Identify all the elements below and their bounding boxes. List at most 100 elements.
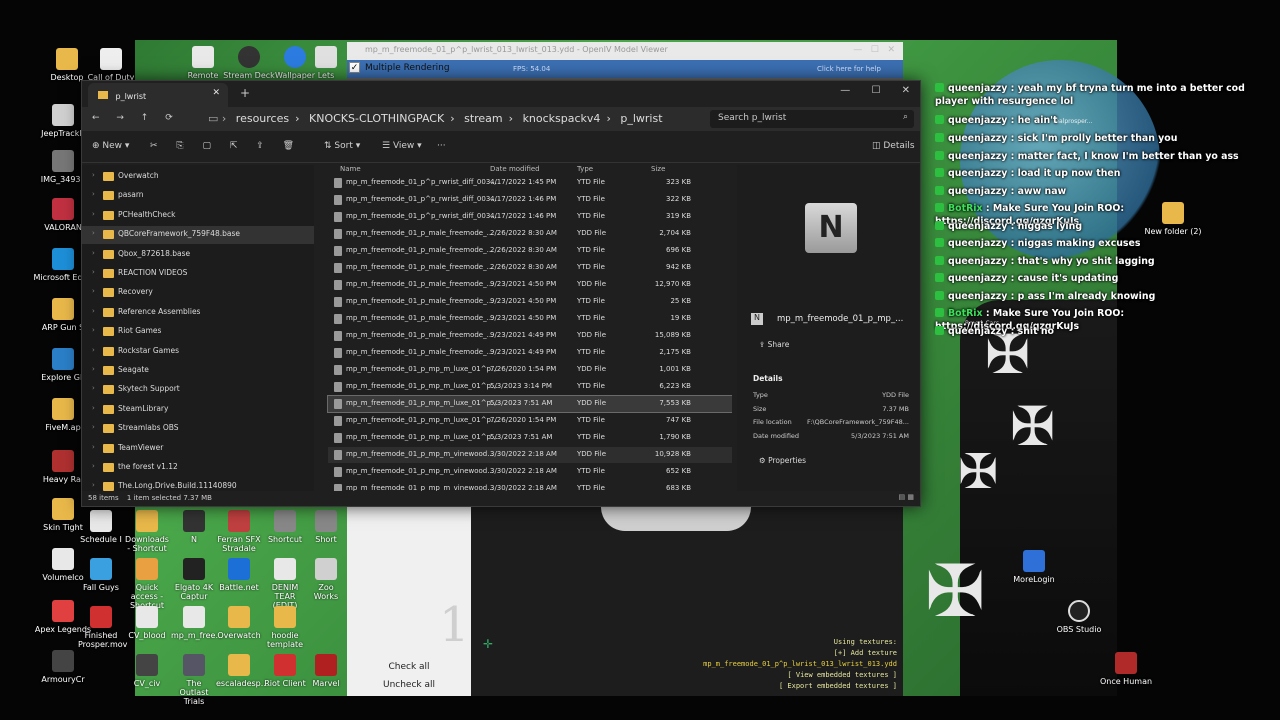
file-row[interactable]: mp_m_freemode_01_p_mp_m_vinewood... 3/30/… [328,464,732,480]
nav-folder-item[interactable]: › Skytech Support [82,381,314,399]
share-button[interactable]: ⇪ Share [759,340,789,349]
chevron-right-icon[interactable]: › [92,443,95,451]
desktop-icon[interactable]: Finished Prosper.mov [78,606,127,649]
nav-folder-item[interactable]: › Recovery [82,284,314,302]
breadcrumb-item[interactable]: resources [236,112,289,125]
file-row[interactable]: mp_m_freemode_01_p^p_rwrist_diff_003... 4… [328,209,732,225]
column-header-name[interactable]: Name [340,165,361,173]
desktop-icon-once-human[interactable]: Once Human [1093,652,1159,686]
file-row[interactable]: mp_m_freemode_01_p_mp_m_luxe_01^p... 5/3/… [327,395,732,413]
new-tab-button[interactable]: + [240,86,250,100]
model-viewport[interactable]: ✛ Using textures: [+] Add texture mp_m_f… [471,507,903,696]
chevron-right-icon[interactable]: › [92,210,95,218]
file-row[interactable]: mp_m_freemode_01_p_male_freemode_... 9/23… [328,345,732,361]
desktop-icon[interactable]: mp_m_free... [171,606,223,640]
column-header-date[interactable]: Date modified [490,165,540,173]
file-row[interactable]: mp_m_freemode_01_p_male_freemode_... 2/26… [328,226,732,242]
desktop-icon[interactable]: Schedule I [78,510,124,544]
chevron-right-icon[interactable]: › [92,190,95,198]
file-row[interactable]: mp_m_freemode_01_p_mp_m_luxe_01^p... 7/26… [328,413,732,429]
search-input[interactable]: Search p_lwrist ⌕ [710,110,914,128]
chevron-right-icon[interactable]: › [92,423,95,431]
nav-folder-item[interactable]: › the forest v1.12 [82,459,314,477]
desktop-icon[interactable]: Elgato 4K Captur [171,558,217,601]
file-row[interactable]: mp_m_freemode_01_p_male_freemode_... 9/23… [328,294,732,310]
chevron-right-icon[interactable]: › [92,384,95,392]
chat-username[interactable]: queenjazzy [948,83,1007,94]
desktop-icon-obs-studio[interactable]: OBS Studio [1046,600,1112,634]
chevron-right-icon[interactable]: › [92,326,95,334]
desktop-icon[interactable]: escaladesp... [216,654,268,688]
nav-folder-item[interactable]: › PCHealthCheck [82,207,314,225]
breadcrumb-item[interactable]: p_lwrist [620,112,662,125]
desktop-icon[interactable]: Battle.net [216,558,262,592]
chevron-right-icon[interactable]: › [92,268,95,276]
chat-username[interactable]: queenjazzy [948,238,1007,249]
chevron-right-icon[interactable]: › [92,404,95,412]
chevron-right-icon[interactable]: › [92,287,95,295]
check-all-button[interactable]: Check all [347,659,471,677]
desktop-icon[interactable]: CV_blood [124,606,170,640]
file-row[interactable]: mp_m_freemode_01_p_male_freemode_... 2/26… [328,260,732,276]
sort-button[interactable]: ⇅ Sort ▾ [324,141,360,157]
close-tab-icon[interactable]: ✕ [212,88,220,98]
desktop-icon[interactable]: Marvel [306,654,346,688]
column-header-type[interactable]: Type [577,165,593,173]
nav-folder-item[interactable]: › Seagate [82,362,314,380]
nav-folder-item[interactable]: › QBCoreFramework_759F48.base [82,226,314,245]
nav-folder-item[interactable]: › Riot Games [82,323,314,341]
chat-username[interactable]: queenjazzy [948,151,1007,162]
desktop-icon[interactable]: The Outlast Trials [171,654,217,706]
chat-username[interactable]: BotRix [948,203,983,214]
desktop-icon[interactable]: Overwatch [216,606,262,640]
desktop-icon-lets[interactable]: Lets [306,46,346,80]
nav-folder-item[interactable]: › Qbox_872618.base [82,246,314,264]
nav-buttons[interactable]: ← → ↑ ⟳ [92,113,173,123]
file-row[interactable]: mp_m_freemode_01_p^p_rwrist_diff_003... 4… [328,192,732,208]
desktop-icon[interactable]: Riot Client [262,654,308,688]
file-row[interactable]: mp_m_freemode_01_p_mp_m_luxe_01^p... 5/3/… [328,379,732,395]
more-options-button[interactable]: ··· [437,141,446,157]
breadcrumb-item[interactable]: KNOCKS-CLOTHINGPACK [309,112,444,125]
desktop-icon[interactable]: Shortcut [262,510,308,544]
desktop-icon[interactable]: Downloads - Shortcut [124,510,170,553]
chat-username[interactable]: queenjazzy [948,133,1007,144]
nav-folder-item[interactable]: › REACTION VIDEOS [82,265,314,283]
help-hint[interactable]: Click here for help [817,65,881,73]
desktop-icon[interactable]: DENIM TEAR (EDIT) [262,558,308,610]
chat-username[interactable]: queenjazzy [948,168,1007,179]
file-row[interactable]: mp_m_freemode_01_p_male_freemode_... 9/23… [328,328,732,344]
file-row[interactable]: mp_m_freemode_01_p_mp_m_vinewood... 3/30/… [328,481,732,491]
chevron-right-icon[interactable]: › [92,171,95,179]
breadcrumb-item[interactable]: knockspackv4 [523,112,601,125]
chat-username[interactable]: queenjazzy [948,326,1007,337]
view-button[interactable]: ☰ View ▾ [382,141,422,157]
chat-username[interactable]: BotRix [948,308,983,319]
file-row[interactable]: mp_m_freemode_01_p_male_freemode_... 9/23… [328,277,732,293]
chat-username[interactable]: queenjazzy [948,115,1007,126]
file-row[interactable]: mp_m_freemode_01_p_mp_m_luxe_01^p... 7/26… [328,362,732,378]
desktop-icon[interactable]: Short [306,510,346,544]
column-header-size[interactable]: Size [651,165,665,173]
file-row[interactable]: mp_m_freemode_01_p^p_rwrist_diff_003... 4… [328,175,732,191]
edit-icons[interactable]: ✂ ⎘ ▢ ⇱ ⇪ 🗑 [150,141,294,157]
chevron-right-icon[interactable]: › [92,249,95,257]
nav-folder-item[interactable]: › pasarn [82,187,314,205]
file-row[interactable]: mp_m_freemode_01_p_male_freemode_... 2/26… [328,243,732,259]
new-button[interactable]: ⊕ New ▾ [92,141,129,157]
desktop-icon[interactable]: ArmouryCr [30,650,96,684]
chevron-right-icon[interactable]: › [92,346,95,354]
breadcrumb-item[interactable]: stream [464,112,503,125]
model-viewer-window-controls[interactable]: — ☐ ✕ [853,45,895,55]
view-embedded-textures-link[interactable]: [ View embedded textures ] [703,670,897,681]
view-mode-icons[interactable]: ▤ ▦ [899,493,914,501]
desktop-icon[interactable]: Fall Guys [78,558,124,592]
nav-folder-item[interactable]: › Overwatch [82,168,314,186]
desktop-icon[interactable]: Zoo Works [306,558,346,601]
chat-username[interactable]: queenjazzy [948,291,1007,302]
explorer-tab[interactable]: p_lwrist ✕ [88,83,228,107]
add-texture-link[interactable]: [+] Add texture [703,648,897,659]
desktop-icon[interactable]: Ferran SFX Stradale [216,510,262,553]
explorer-window-controls[interactable]: — ☐ ✕ [840,85,910,96]
chat-username[interactable]: queenjazzy [948,273,1007,284]
